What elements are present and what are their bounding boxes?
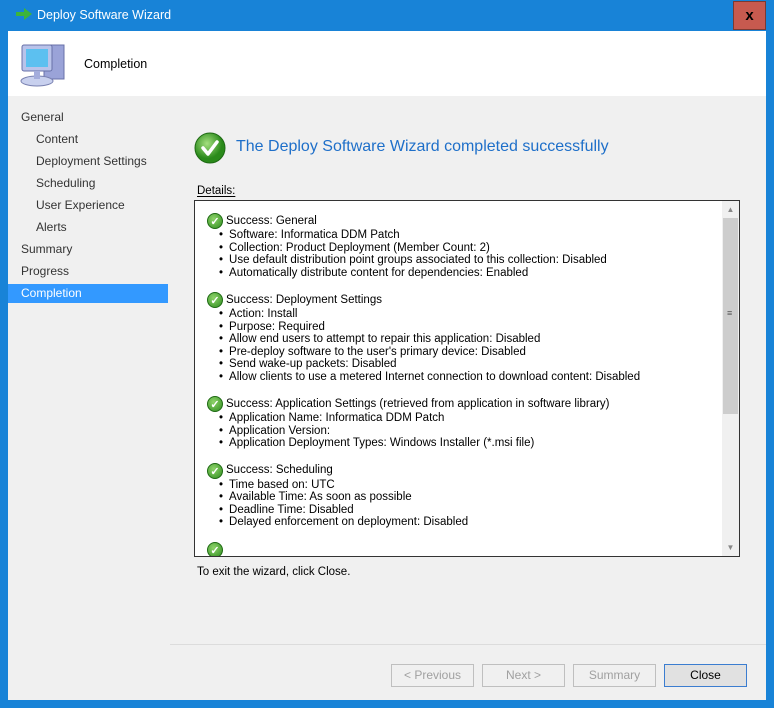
detail-item: Application Name: Informatica DDM Patch (207, 412, 717, 425)
detail-item: Send wake-up packets: Disabled (207, 358, 717, 371)
wizard-header: Completion (8, 31, 766, 96)
previous-button[interactable]: < Previous (391, 664, 474, 687)
detail-item: Available Time: As soon as possible (207, 491, 717, 504)
scroll-down-arrow-icon[interactable]: ▼ (722, 539, 739, 556)
wizard-client: Completion General Content Deployment Se… (8, 31, 766, 700)
nav-completion[interactable]: Completion (8, 284, 168, 303)
success-check-icon (194, 132, 226, 164)
section-title: Success: Deployment Settings (226, 293, 382, 306)
detail-item: Time based on: UTC (207, 479, 717, 492)
title-bar[interactable]: Deploy Software Wizard x (0, 0, 774, 30)
detail-item: Application Deployment Types: Windows In… (207, 437, 717, 450)
detail-item: Automatically distribute content for dep… (207, 267, 717, 280)
detail-item: Deadline Time: Disabled (207, 504, 717, 517)
nav-content[interactable]: Content (8, 130, 168, 149)
nav-general[interactable]: General (8, 108, 168, 127)
check-icon: ✓ (207, 462, 223, 479)
window-title: Deploy Software Wizard (37, 8, 172, 22)
details-box[interactable]: ✓Success: General Software: Informatica … (194, 200, 740, 557)
summary-button[interactable]: Summary (573, 664, 656, 687)
check-icon: ✓ (207, 396, 223, 412)
nav-alerts[interactable]: Alerts (8, 218, 168, 237)
main-panel: The Deploy Software Wizard completed suc… (170, 96, 766, 644)
section-title: Success: Application Settings (retrieved… (226, 397, 610, 410)
nav-scheduling[interactable]: Scheduling (8, 174, 168, 193)
details-label: Details: (197, 185, 236, 197)
computer-icon (20, 44, 65, 87)
detail-item: Application Version: (207, 425, 717, 438)
detail-item: Pre-deploy software to the user's primar… (207, 346, 717, 359)
detail-item: Collection: Product Deployment (Member C… (207, 242, 717, 255)
check-icon: ✓ (207, 213, 223, 229)
close-window-button[interactable]: x (733, 1, 766, 30)
details-section: ✓Success: Deployment Settings Action: In… (207, 292, 717, 383)
exit-instructions: To exit the wizard, click Close. (197, 566, 351, 578)
check-icon: ✓ (207, 541, 223, 556)
details-scrollbar[interactable]: ▲ ≡ ▼ (722, 201, 739, 556)
wizard-nav: General Content Deployment Settings Sche… (8, 96, 168, 700)
close-button[interactable]: Close (664, 664, 747, 687)
detail-item: Use default distribution point groups as… (207, 254, 717, 267)
nav-progress[interactable]: Progress (8, 262, 168, 281)
nav-deployment-settings[interactable]: Deployment Settings (8, 152, 168, 171)
detail-item: Allow end users to attempt to repair thi… (207, 333, 717, 346)
section-title: Success: General (226, 214, 317, 227)
detail-item: Delayed enforcement on deployment: Disab… (207, 516, 717, 529)
footer-divider (170, 644, 766, 645)
next-button[interactable]: Next > (482, 664, 565, 687)
check-icon: ✓ (207, 292, 223, 308)
details-section: ✓ Success: Application Settings (retrieve… (207, 396, 717, 450)
scroll-up-arrow-icon[interactable]: ▲ (722, 201, 739, 218)
details-section: ✓Success: Scheduling Time based on: UTC … (207, 462, 717, 529)
grip-icon: ≡ (727, 308, 733, 318)
detail-item: Action: Install (207, 308, 717, 321)
nav-summary[interactable]: Summary (8, 240, 168, 259)
detail-item: Purpose: Required (207, 321, 717, 334)
scroll-thumb[interactable]: ≡ (723, 218, 738, 414)
section-title: Success: Scheduling (226, 464, 333, 477)
detail-item: Allow clients to use a metered Internet … (207, 371, 717, 384)
page-title: Completion (84, 57, 148, 71)
details-section: ✓Success: General Software: Informatica … (207, 213, 717, 279)
green-arrow-icon (16, 8, 32, 20)
nav-user-experience[interactable]: User Experience (8, 196, 168, 215)
completion-heading: The Deploy Software Wizard completed suc… (236, 138, 609, 155)
detail-item: Software: Informatica DDM Patch (207, 229, 717, 242)
